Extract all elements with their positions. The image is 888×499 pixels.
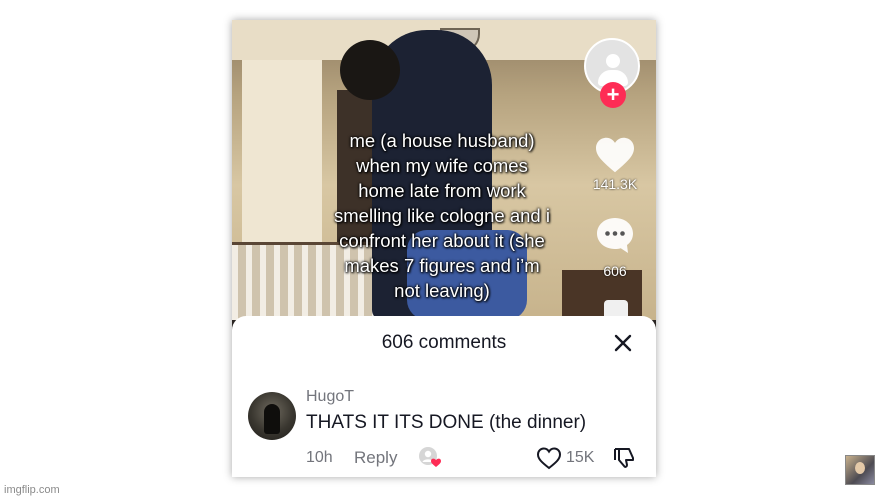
corner-avatar-face (855, 462, 865, 474)
dislike-icon (614, 448, 634, 468)
comments-sheet: 606 comments HugoT THATS IT ITS DONE (th… (232, 316, 656, 477)
creator-liked-icon (419, 447, 441, 467)
video-caption-overlay: me (a house husband) when my wife comes … (334, 130, 550, 301)
corner-avatar-thumbnail (845, 455, 875, 485)
heart-icon[interactable] (594, 136, 636, 174)
comment-count: 606 (603, 263, 627, 279)
commenter-avatar[interactable] (248, 392, 296, 440)
comment-icon[interactable] (595, 215, 635, 255)
reply-button[interactable]: Reply (354, 448, 397, 468)
video-person-head (340, 40, 400, 100)
commenter-avatar-figure (264, 404, 280, 434)
comment-timestamp: 10h (306, 449, 333, 466)
comment-text: THATS IT ITS DONE (the dinner) (306, 412, 587, 433)
avatar-placeholder-head (606, 54, 620, 68)
close-comments-button[interactable] (610, 330, 636, 356)
follow-button[interactable]: + (600, 82, 626, 108)
comment-dislike-button[interactable] (612, 446, 636, 470)
close-icon (614, 334, 632, 352)
like-icon (536, 447, 562, 470)
comments-title: 606 comments (381, 332, 507, 353)
tiktok-screenshot: me (a house husband) when my wife comes … (232, 20, 656, 477)
like-count: 141.3K (592, 176, 638, 192)
comment-like-count: 15K (566, 449, 595, 466)
imgflip-watermark: imgflip.com (4, 484, 60, 496)
video-player[interactable]: me (a house husband) when my wife comes … (232, 20, 656, 320)
commenter-username[interactable]: HugoT (306, 388, 354, 406)
comment-like-button[interactable] (536, 446, 562, 470)
